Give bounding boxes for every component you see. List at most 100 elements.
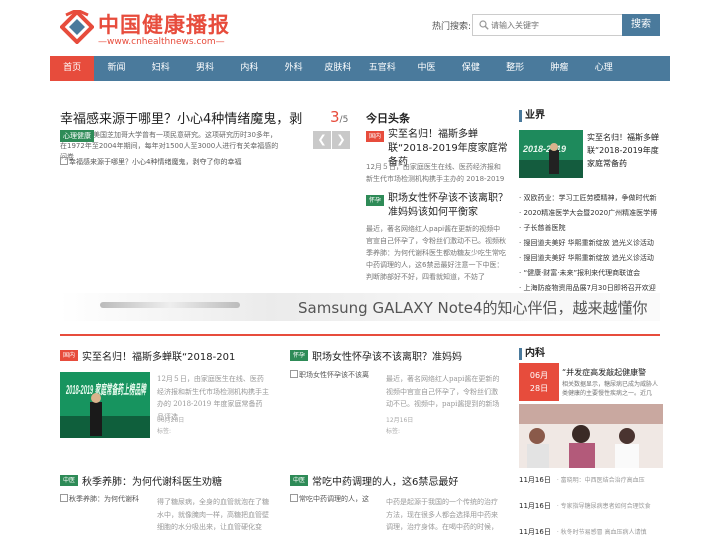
search-icon: [479, 20, 489, 30]
broken-image-icon: [290, 494, 298, 502]
search-label: 热门搜索:: [432, 22, 472, 32]
nav-item-cosmetic[interactable]: 整形: [493, 56, 537, 81]
doctors-photo: [519, 404, 663, 468]
featured-image[interactable]: 幸福感来源于哪里？小心4种情绪魔鬼，剥夺了你的幸福: [60, 157, 310, 167]
broken-image-icon: [60, 494, 68, 502]
nav-item-home[interactable]: 首页: [50, 56, 95, 81]
list-item-text: · 富晓明：中西医结合治疗高血压: [556, 477, 645, 484]
nav-item-dermatology[interactable]: 皮肤科: [316, 56, 360, 81]
search-button[interactable]: 搜索: [622, 14, 660, 36]
featured-image-alt: 幸福感来源于哪里？小心4种情绪魔鬼，剥夺了你的幸福: [69, 158, 242, 166]
card-3-title[interactable]: 秋季养肺：为何代谢科医生劝糖: [82, 473, 267, 488]
card-2-title[interactable]: 职场女性怀孕该不该离职？准妈妈: [312, 348, 502, 363]
site-logo[interactable]: 中国健康播报 —www.cnhealthnews.com—: [60, 8, 230, 50]
award-photo: 2018-2019: [519, 130, 583, 178]
nav-item-tcm[interactable]: 中医: [404, 56, 448, 81]
list-item[interactable]: · “健康·财富·未来”报利来代理商联谊会: [519, 266, 663, 281]
card-2-image-alt: 职场女性怀孕该不该离: [299, 371, 369, 379]
nav-item-andrology[interactable]: 男科: [183, 56, 227, 81]
card-2-image[interactable]: 职场女性怀孕该不该离: [290, 370, 380, 380]
industry-feature-image[interactable]: 2018-2019: [519, 130, 583, 178]
card-4-image[interactable]: 常吃中药调理的人，这: [290, 494, 380, 504]
badge-month: 06月: [529, 371, 549, 380]
search-input[interactable]: [491, 18, 619, 32]
industry-list: · 双欧药业：学习工匠劳模精神，争做时代新 · 2020精准医学大会暨2020广…: [519, 191, 663, 296]
list-item[interactable]: · 双欧药业：学习工匠劳模精神，争做时代新: [519, 191, 663, 206]
card-1-date: 06月28日: [157, 417, 185, 424]
svg-text:2018-2019: 2018-2019: [522, 144, 566, 154]
list-item-date: 11月16日: [519, 502, 551, 510]
list-item[interactable]: · 搜回道夫美好 华熙重新绽放 追光义诊活动: [519, 251, 663, 266]
nav-item-psychology[interactable]: 心理: [582, 56, 626, 81]
card-1-image[interactable]: 2018-2019 家庭常备药上榜品牌: [60, 372, 150, 438]
slide-current: 3: [330, 108, 340, 126]
samsung-ad-banner[interactable]: Samsung GALAXY Note4的知心伴侣，越来越懂你: [60, 293, 660, 321]
main-nav: 首页 新闻 妇科 男科 内科 外科 皮肤科 五官科 中医 保健 整形 肿瘤 心理: [50, 56, 670, 81]
card-2-date: 12月16日: [386, 417, 414, 424]
internal-feature-title[interactable]: “并发症高发敲起健康警: [562, 368, 664, 378]
list-item[interactable]: · 子长慈善医院: [519, 221, 663, 236]
card-3-desc: 得了糖尿病，全身的血管就泡在了糖水中，就像腌肉一样，高糖把血管壁细胞的水分吸出来…: [157, 498, 269, 531]
nav-item-wellness[interactable]: 保健: [449, 56, 493, 81]
industry-heading: 业界: [519, 110, 545, 122]
nav-item-internal[interactable]: 内科: [227, 56, 271, 81]
logo-icon: [60, 10, 94, 44]
list-item[interactable]: 11月16日 · 专家指导糖尿病患者如何合理饮食: [519, 493, 664, 519]
date-badge: 06月 28日: [519, 363, 559, 401]
badge-day: 28日: [529, 384, 549, 393]
today-item-2-desc: 最近，著名网络红人papi酱在更新的视频中官宣自己怀孕了，令粉丝们激动不已。视频…: [366, 225, 506, 281]
card-1-image-text: 2018-2019 家庭常备药上榜品牌: [66, 382, 147, 397]
card-4-title[interactable]: 常吃中药调理的人，这6禁忌最好: [312, 473, 502, 488]
card-4-tag[interactable]: 中医: [290, 475, 309, 486]
header: 中国健康播报 —www.cnhealthnews.com— 热门搜索: 搜索: [0, 0, 720, 54]
banner-text: Samsung GALAXY Note4的知心伴侣，越来越懂你: [298, 299, 648, 317]
internal-feature-desc: 相关数据显示，糖尿病已成为威胁人类健康的主要慢性疾病之一。近几: [562, 381, 659, 397]
card-1-title[interactable]: 实至名归！福斯多蝉联“2018-201: [82, 348, 267, 363]
today-item-2-tag[interactable]: 怀孕: [366, 195, 385, 206]
nav-item-gynecology[interactable]: 妇科: [139, 56, 183, 81]
slide-next-button[interactable]: ❯: [332, 131, 350, 149]
broken-image-icon: [290, 370, 298, 378]
internal-heading: 内科: [519, 348, 545, 360]
award-stage-photo: 2018-2019 家庭常备药上榜品牌: [60, 372, 150, 438]
card-3-tag[interactable]: 中医: [60, 475, 79, 486]
internal-feature-image[interactable]: [519, 404, 663, 468]
nav-item-news[interactable]: 新闻: [94, 56, 138, 81]
list-item-date: 11月16日: [519, 476, 551, 484]
today-item-2-title[interactable]: 职场女性怀孕该不该离职？准妈妈该如何平衡家: [388, 192, 508, 220]
nav-item-ent[interactable]: 五官科: [360, 56, 404, 81]
slide-total: /5: [339, 115, 349, 125]
card-2-desc: 最近，著名网络红人papi酱在更新的视频中官宣自己怀孕了，令粉丝们激动不已。视频…: [386, 375, 500, 408]
slide-counter: 3/5: [330, 108, 348, 126]
card-1-tag[interactable]: 国内: [60, 350, 79, 361]
today-item-1-tag[interactable]: 国内: [366, 131, 385, 142]
industry-feature-title[interactable]: 实至名归！福斯多蝉联“2018-2019年度家庭常备药: [587, 131, 663, 170]
featured-tag[interactable]: 心理健康: [60, 130, 94, 142]
list-item[interactable]: · 2020精准医学大会暨2020广州精准医学博: [519, 206, 663, 221]
card-1-tags-label: 标签:: [157, 428, 172, 435]
list-item[interactable]: 11月16日 · 秋冬时节易感冒 高血压病人请慎: [519, 519, 664, 540]
today-item-1-desc: 12月５日，由家庭医生在线、医药经济报和新生代市场检测机构携手主办的 2018-…: [366, 163, 505, 183]
broken-image-icon: [60, 157, 68, 165]
list-item[interactable]: 11月16日 · 富晓明：中西医结合治疗高血压: [519, 467, 664, 493]
nav-item-oncology[interactable]: 肿瘤: [537, 56, 581, 81]
card-3-image-alt: 秋季养肺：为何代谢科: [69, 495, 139, 503]
card-3-image[interactable]: 秋季养肺：为何代谢科: [60, 494, 150, 504]
card-2-tag[interactable]: 怀孕: [290, 350, 309, 361]
logo-title: 中国健康播报: [98, 13, 230, 37]
list-item-text: · 秋冬时节易感冒 高血压病人请慎: [556, 529, 647, 536]
today-heading: 今日头条: [366, 112, 410, 125]
list-item-date: 11月16日: [519, 528, 551, 536]
slide-prev-button[interactable]: ❮: [313, 131, 331, 149]
card-2-tags-label: 标签:: [386, 428, 401, 435]
internal-list: 11月16日 · 富晓明：中西医结合治疗高血压 11月16日 · 专家指导糖尿病患者…: [519, 467, 664, 540]
card-4-image-alt: 常吃中药调理的人，这: [299, 495, 369, 503]
search-box[interactable]: [472, 14, 624, 36]
phone-graphic: [100, 302, 240, 308]
nav-item-surgery[interactable]: 外科: [271, 56, 315, 81]
logo-url: —www.cnhealthnews.com—: [98, 37, 225, 47]
featured-title[interactable]: 幸福感来源于哪里？小心4种情绪魔鬼，剥: [60, 108, 312, 127]
section-divider: [60, 334, 660, 336]
list-item[interactable]: · 搜回道夫美好 华熙重新绽放 追光义诊活动: [519, 236, 663, 251]
card-4-desc: 中药是起源于我国的一个传统的治疗方法，现在很多人都会选择用中药来调理，治疗身体。…: [386, 498, 498, 536]
